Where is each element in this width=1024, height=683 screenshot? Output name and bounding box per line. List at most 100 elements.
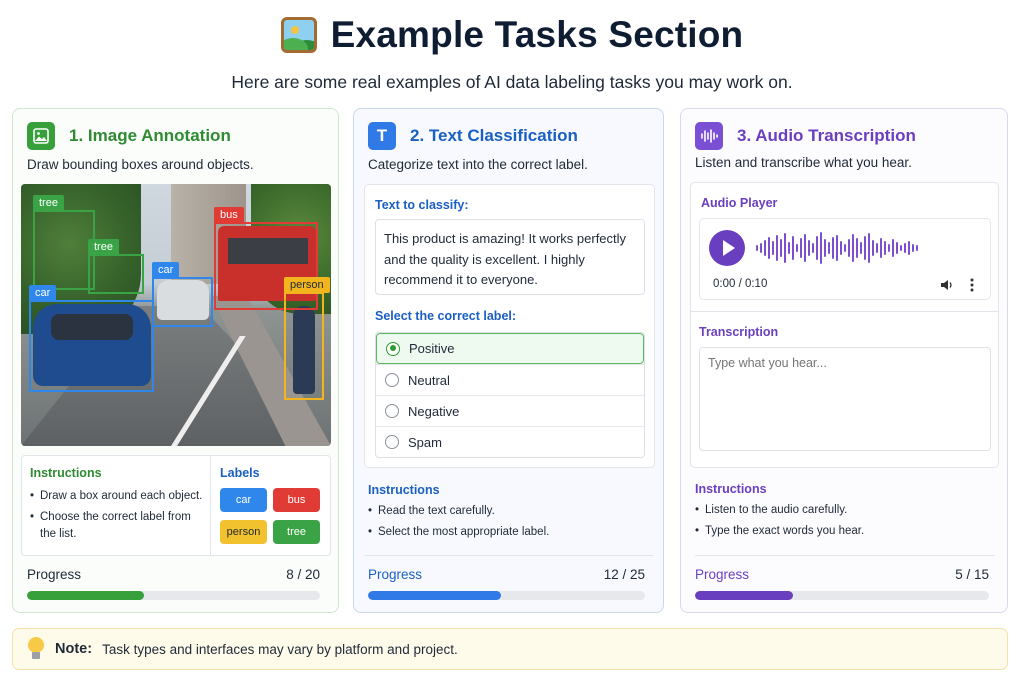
audio-player: 0:00 / 0:10 — [699, 218, 991, 300]
waveform-bar — [804, 234, 806, 262]
waveform-bar — [788, 242, 790, 254]
waveform-bar — [784, 233, 786, 263]
waveform-bar — [832, 237, 834, 259]
divider — [695, 555, 995, 556]
progress-label: Progress — [695, 567, 750, 582]
waveform-bar — [900, 245, 902, 251]
waveform-bar — [848, 239, 850, 257]
divider — [364, 555, 653, 556]
waveform-bar — [816, 236, 818, 260]
instruction-item: Select the most appropriate label. — [368, 524, 549, 541]
waveform-bar — [856, 238, 858, 258]
text-classification-card: T 2. Text Classification Categorize text… — [353, 108, 664, 613]
audio-waveform-icon — [695, 122, 723, 150]
label-options: Positive Neutral Negative Spam — [375, 332, 645, 458]
option-spam[interactable]: Spam — [376, 426, 644, 457]
instruction-item: Type the exact words you hear. — [695, 523, 864, 540]
bounding-box-label: car — [29, 285, 57, 301]
card-title: 1. Image Annotation — [69, 126, 231, 145]
label-chip-person[interactable]: person — [220, 520, 267, 544]
radio-selected-icon[interactable] — [386, 341, 400, 356]
waveform-bar — [916, 245, 918, 251]
audio-player-label: Audio Player — [701, 196, 778, 210]
option-label: Spam — [408, 434, 442, 450]
waveform-bar — [840, 241, 842, 255]
text-icon: T — [368, 122, 396, 150]
waveform-bar — [824, 239, 826, 257]
progress-label: Progress — [368, 567, 423, 582]
page-title: Example Tasks Section — [330, 14, 744, 55]
waveform-bar — [860, 242, 862, 254]
waveform-bar — [764, 240, 766, 256]
text-sample: This product is amazing! It works perfec… — [375, 219, 645, 295]
option-negative[interactable]: Negative — [376, 395, 644, 426]
progress-fill — [27, 591, 145, 600]
waveform-bar — [780, 239, 782, 257]
progress-section: Progress 5 / 15 — [695, 567, 989, 600]
volume-icon[interactable] — [940, 279, 954, 291]
progress-fill — [695, 591, 793, 600]
bounding-box-label: tree — [33, 195, 64, 211]
page-header: Example Tasks Section Here are some real… — [0, 14, 1024, 93]
progress-count: 12 / 25 — [603, 567, 645, 582]
play-button[interactable] — [709, 230, 745, 266]
instructions-section: Instructions Read the text carefully. Se… — [368, 483, 549, 545]
waveform-bar — [892, 239, 894, 257]
more-options-icon[interactable] — [970, 278, 974, 292]
lightbulb-icon — [27, 637, 45, 661]
divider — [210, 456, 211, 555]
option-neutral[interactable]: Neutral — [376, 364, 644, 395]
instruction-item: Draw a box around each object. — [30, 488, 210, 505]
card-title: 2. Text Classification — [410, 126, 578, 145]
image-icon — [27, 122, 55, 150]
text-to-classify-label: Text to classify: — [375, 198, 469, 212]
instructions-heading: Instructions — [695, 482, 767, 496]
annotation-image[interactable]: tree tree bus car car person — [21, 184, 331, 446]
waveform-bar — [864, 236, 866, 260]
progress-fill — [368, 591, 501, 600]
waveform-bar — [896, 242, 898, 254]
bounding-box-car[interactable]: car — [29, 285, 154, 392]
progress-label: Progress — [27, 567, 82, 582]
waveform-bar — [768, 237, 770, 259]
instructions-labels-panel: Instructions Draw a box around each obje… — [21, 455, 331, 556]
waveform-bar — [772, 241, 774, 255]
waveform-bar — [876, 243, 878, 253]
instruction-item: Choose the correct label from the list. — [30, 509, 210, 543]
labels-heading: Labels — [220, 466, 260, 480]
audio-panel: Audio Player 0:00 / 0:10 Transcription — [690, 182, 999, 468]
transcription-label: Transcription — [699, 325, 779, 339]
playback-time: 0:00 / 0:10 — [713, 278, 768, 290]
radio-icon[interactable] — [385, 404, 399, 418]
waveform-bar — [836, 235, 838, 261]
bounding-box-tree[interactable]: tree — [33, 195, 95, 290]
option-label: Neutral — [408, 372, 450, 388]
waveform-bar — [808, 240, 810, 256]
select-label-heading: Select the correct label: — [375, 309, 517, 323]
waveform-bar — [844, 244, 846, 252]
radio-icon[interactable] — [385, 373, 399, 387]
waveform[interactable] — [756, 231, 980, 265]
label-chip-tree[interactable]: tree — [273, 520, 320, 544]
waveform-bar — [828, 242, 830, 254]
bounding-box-tree[interactable]: tree — [88, 239, 144, 294]
bounding-box-label: person — [284, 277, 330, 293]
radio-icon[interactable] — [385, 435, 399, 449]
option-positive[interactable]: Positive — [376, 333, 644, 364]
label-chip-bus[interactable]: bus — [273, 488, 320, 512]
instructions-heading: Instructions — [30, 466, 102, 480]
label-chip-car[interactable]: car — [220, 488, 267, 512]
bounding-box-person[interactable]: person — [284, 277, 330, 400]
progress-count: 5 / 15 — [955, 567, 989, 582]
waveform-bar — [868, 233, 870, 263]
bounding-box-car[interactable]: car — [152, 262, 213, 327]
note-label: Note: — [55, 641, 93, 657]
waveform-bar — [872, 240, 874, 256]
progress-count: 8 / 20 — [286, 567, 320, 582]
transcription-input[interactable] — [699, 347, 991, 451]
waveform-bar — [776, 235, 778, 261]
waveform-bar — [904, 243, 906, 253]
note-banner: Note: Task types and interfaces may vary… — [12, 628, 1008, 670]
progress-section: Progress 12 / 25 — [368, 567, 645, 600]
option-label: Negative — [408, 403, 460, 419]
